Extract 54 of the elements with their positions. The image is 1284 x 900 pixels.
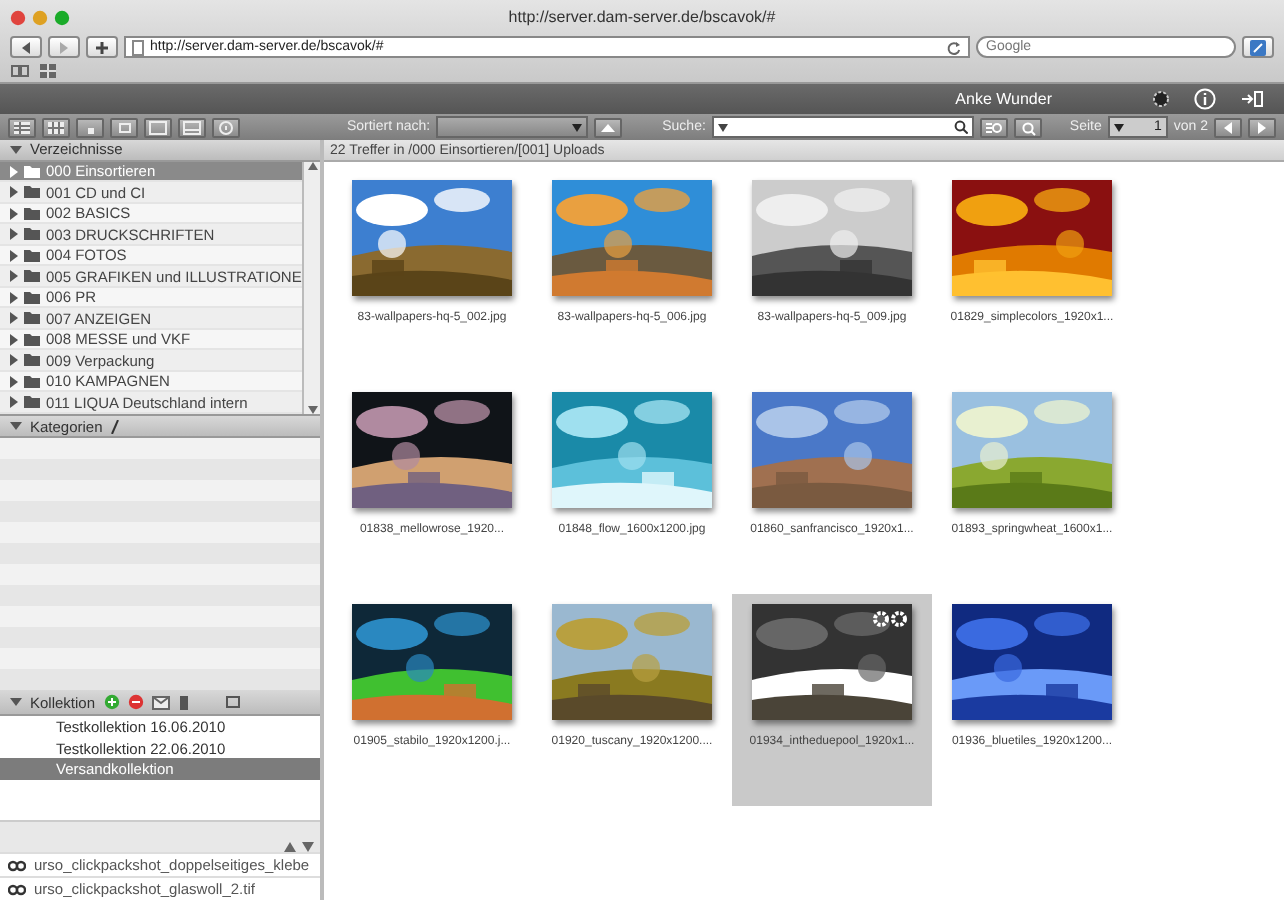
dropdown-arrow-icon [1113,123,1124,131]
medium-square-icon [114,119,134,135]
large-thumbnails-button[interactable] [144,117,172,137]
advanced-search-button[interactable] [979,117,1008,137]
add-bookmark-button[interactable] [86,36,118,58]
edit-icon[interactable] [110,419,121,434]
add-icon[interactable] [103,694,120,711]
reload-icon[interactable] [946,39,962,55]
remove-icon[interactable] [127,694,144,711]
medium-thumbnails-button[interactable] [110,117,138,137]
pencil-icon [1248,37,1268,57]
previous-page-button[interactable] [1214,117,1242,137]
link-icon [8,883,26,895]
advanced-search-icon [983,119,1004,135]
grid-icon [46,119,66,135]
list-icon [12,119,32,135]
info-icon[interactable] [1194,88,1216,110]
preview-icon [182,119,202,135]
grid-icon[interactable] [40,63,56,77]
sort-direction-button[interactable] [594,117,623,137]
user-name: Anke Wunder [955,90,1052,108]
collapse-triangle-icon[interactable] [10,420,22,433]
gear-icon[interactable] [872,610,908,628]
grid-view-button[interactable] [42,117,70,137]
page-icon [132,39,144,55]
up-triangle-icon [598,119,619,135]
plus-icon [92,37,112,57]
link-icon [8,859,26,871]
collapse-triangle-icon[interactable] [10,143,22,156]
list-view-button[interactable] [8,117,36,137]
search-field[interactable] [711,116,974,138]
next-page-button[interactable] [1248,117,1276,137]
back-button[interactable] [10,36,42,58]
small-thumbnails-button[interactable] [76,117,104,137]
scrollbar[interactable] [302,161,320,415]
search-button[interactable] [1013,117,1042,137]
close-icon[interactable] [10,9,26,25]
settings-icon[interactable] [1152,90,1170,108]
window-title: http://server.dam-server.de/bscavok/# [508,8,776,26]
filter-button[interactable] [212,117,240,137]
preview-button[interactable] [178,117,206,137]
search-icon [1017,119,1038,135]
large-square-icon [148,119,168,135]
dropdown-arrow-icon [572,123,583,131]
extension-button[interactable] [1242,36,1274,58]
mail-icon[interactable] [151,695,170,710]
dropdown-arrow-icon [717,123,728,131]
circle-icon [216,119,236,135]
collapse-triangle-icon[interactable] [10,696,22,709]
search-icon [953,120,968,134]
window-icon[interactable] [225,696,240,709]
logout-icon[interactable] [1240,90,1264,108]
trash-icon[interactable] [177,694,190,711]
reading-list-icon[interactable] [10,63,30,77]
